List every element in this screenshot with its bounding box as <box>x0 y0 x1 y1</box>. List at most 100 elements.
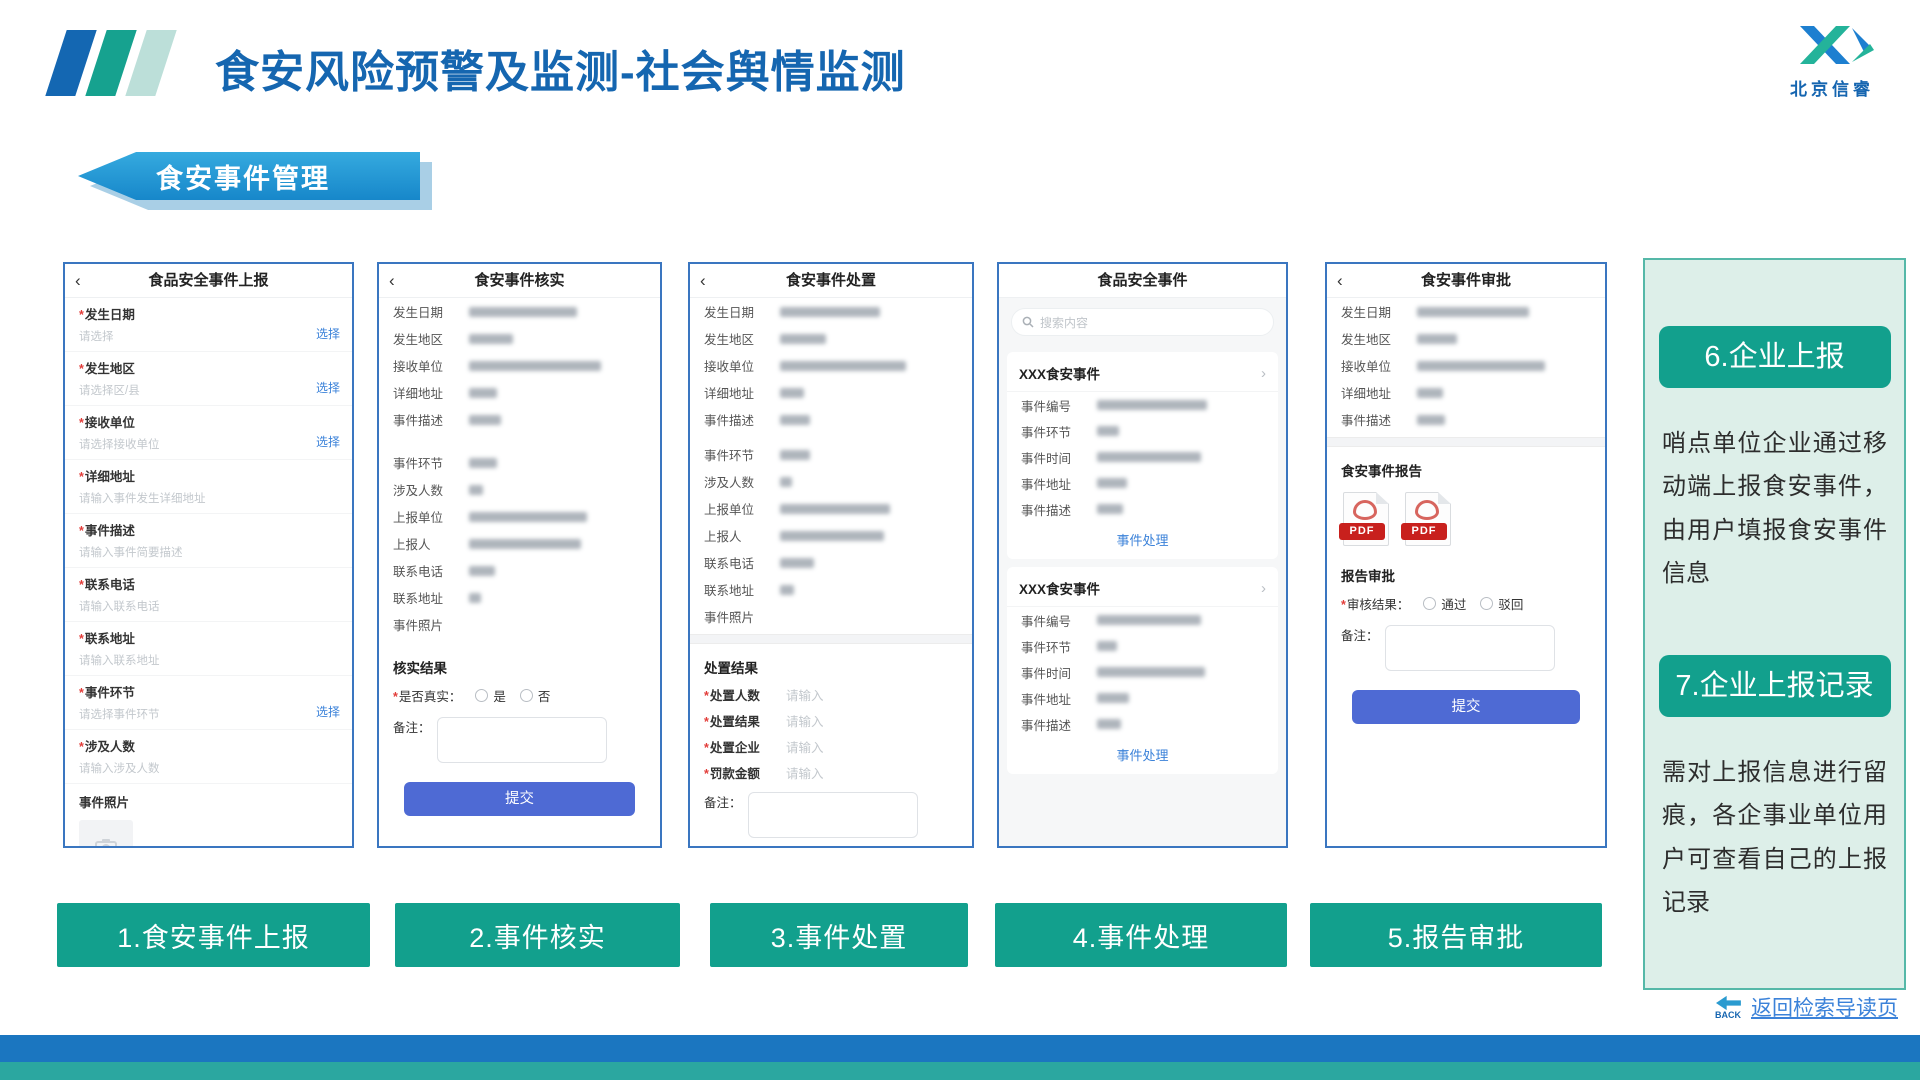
required-asterisk: * <box>704 767 709 781</box>
input-label-text: 罚款金额 <box>710 767 760 781</box>
logo-x-icon <box>1786 22 1878 68</box>
submit-button[interactable]: 提交 <box>1352 690 1580 724</box>
form-field-接收单位[interactable]: *接收单位请选择接收单位选择 <box>65 406 352 460</box>
note-label: 备注： <box>704 792 742 811</box>
detail-row-涉及人数: 涉及人数 <box>379 476 660 503</box>
chevron-right-icon[interactable]: › <box>1261 365 1266 382</box>
back-caption: BACK <box>1715 1010 1741 1020</box>
detail-label: 接收单位 <box>1341 356 1417 375</box>
radio-circle[interactable] <box>1480 597 1493 610</box>
radio-group-label-text: 是否真实： <box>399 690 462 704</box>
phone-report: ‹食品安全事件上报*发生日期请选择选择*发生地区请选择区/县选择*接收单位请选择… <box>63 262 354 848</box>
form-field-联系地址[interactable]: *联系地址请输入联系地址 <box>65 622 352 676</box>
form-field-事件描述[interactable]: *事件描述请输入事件简要描述 <box>65 514 352 568</box>
radio-option-label[interactable]: 通过 <box>1441 594 1466 613</box>
detail-row-发生日期: 发生日期 <box>690 298 972 325</box>
input-label-text: 处置企业 <box>710 741 760 755</box>
detail-row-联系地址: 联系地址 <box>379 584 660 611</box>
select-link[interactable]: 选择 <box>316 379 340 396</box>
photo-upload-box[interactable] <box>79 820 133 848</box>
form-field-事件环节[interactable]: *事件环节请选择事件环节选择 <box>65 676 352 730</box>
field-label: *联系电话 <box>79 574 316 593</box>
phone-dispose: ‹食安事件处置发生日期发生地区接收单位详细地址事件描述事件环节涉及人数上报单位上… <box>688 262 974 848</box>
note-block: 备注： <box>690 785 972 845</box>
back-chevron-icon[interactable]: ‹ <box>1337 264 1343 298</box>
event-card-header[interactable]: XXX食安事件› <box>1007 354 1278 392</box>
radio-circle[interactable] <box>475 689 488 702</box>
redacted-value <box>1417 307 1529 317</box>
back-chevron-icon[interactable]: ‹ <box>75 264 81 298</box>
detail-label: 事件描述 <box>1021 500 1097 519</box>
radio-circle[interactable] <box>520 689 533 702</box>
required-asterisk: * <box>79 470 84 484</box>
event-handle-link[interactable]: 事件处理 <box>1007 522 1278 559</box>
detail-row-详细地址: 详细地址 <box>379 379 660 406</box>
detail-row-事件时间: 事件时间 <box>1007 659 1278 685</box>
pdf-file-icon[interactable]: PDF <box>1343 492 1389 546</box>
detail-label: 发生地区 <box>393 329 469 348</box>
detail-row-接收单位: 接收单位 <box>690 352 972 379</box>
detail-label: 联系地址 <box>393 588 469 607</box>
radio-circle[interactable] <box>1423 597 1436 610</box>
return-guide-link[interactable]: 返回检索导读页 <box>1751 992 1898 1022</box>
form-field-发生地区[interactable]: *发生地区请选择区/县选择 <box>65 352 352 406</box>
input-placeholder: 请输入 <box>786 763 824 782</box>
input-label-text: 处置人数 <box>710 689 760 703</box>
select-link[interactable]: 选择 <box>316 325 340 342</box>
input-row-处置结果[interactable]: *处置结果请输入 <box>690 707 972 733</box>
input-row-处置人数[interactable]: *处置人数请输入 <box>690 681 972 707</box>
detail-label: 接收单位 <box>393 356 469 375</box>
redacted-value <box>1097 452 1201 462</box>
back-chevron-icon[interactable]: ‹ <box>700 264 706 298</box>
detail-label: 联系电话 <box>393 561 469 580</box>
detail-label: 事件照片 <box>704 607 780 626</box>
search-bar-wrap: 搜索内容 <box>999 298 1286 344</box>
step-label-3: 3.事件处置 <box>710 903 968 967</box>
redacted-value <box>1417 361 1545 371</box>
phone-title: 食品安全事件 <box>1097 272 1187 289</box>
note-chip-report-records: 7.企业上报记录 <box>1659 655 1891 717</box>
input-placeholder: 请输入 <box>786 737 824 756</box>
pdf-file-icon[interactable]: PDF <box>1405 492 1451 546</box>
required-asterisk: * <box>79 362 84 376</box>
form-field-涉及人数[interactable]: *涉及人数请输入涉及人数 <box>65 730 352 784</box>
radio-option-label[interactable]: 是 <box>493 686 506 705</box>
input-row-处置企业[interactable]: *处置企业请输入 <box>690 733 972 759</box>
radio-option-label[interactable]: 驳回 <box>1498 594 1523 613</box>
section-banner: 食安事件管理 <box>78 152 438 208</box>
note-textarea[interactable] <box>1385 625 1555 671</box>
note-textarea[interactable] <box>437 717 607 763</box>
input-row-罚款金额[interactable]: *罚款金额 请输入 <box>690 759 972 785</box>
redacted-value <box>469 485 483 495</box>
detail-row-上报人: 上报人 <box>690 522 972 549</box>
select-link[interactable]: 选择 <box>316 433 340 450</box>
required-asterisk: * <box>79 632 84 646</box>
detail-row-事件时间: 事件时间 <box>1007 444 1278 470</box>
search-input[interactable]: 搜索内容 <box>1011 308 1274 336</box>
select-link[interactable]: 选择 <box>316 703 340 720</box>
detail-label: 事件描述 <box>1021 715 1097 734</box>
back-chevron-icon[interactable]: ‹ <box>389 264 395 298</box>
form-field-联系电话[interactable]: *联系电话请输入联系电话 <box>65 568 352 622</box>
submit-button[interactable]: 提交 <box>404 782 634 816</box>
required-asterisk: * <box>1341 598 1346 612</box>
chevron-right-icon[interactable]: › <box>1261 580 1266 597</box>
event-handle-link[interactable]: 事件处理 <box>1007 737 1278 774</box>
detail-row-联系电话: 联系电话 <box>690 549 972 576</box>
detail-row-发生日期: 发生日期 <box>1327 298 1605 325</box>
back-icon[interactable]: BACK <box>1714 995 1742 1020</box>
step-label-4: 4.事件处理 <box>995 903 1287 967</box>
detail-label: 联系电话 <box>704 553 780 572</box>
detail-row-上报单位: 上报单位 <box>379 503 660 530</box>
radio-group-label-text: 审核结果： <box>1347 598 1410 612</box>
detail-row-接收单位: 接收单位 <box>1327 352 1605 379</box>
event-card-header[interactable]: XXX食安事件› <box>1007 569 1278 607</box>
field-label-text: 发生日期 <box>85 308 135 322</box>
note-textarea[interactable] <box>748 792 918 838</box>
radio-option-label[interactable]: 否 <box>538 686 551 705</box>
form-field-详细地址[interactable]: *详细地址请输入事件发生详细地址 <box>65 460 352 514</box>
field-label-text: 详细地址 <box>85 470 135 484</box>
phone-title: 食安事件核实 <box>474 272 564 289</box>
form-field-发生日期[interactable]: *发生日期请选择选择 <box>65 298 352 352</box>
section-divider <box>690 634 972 644</box>
